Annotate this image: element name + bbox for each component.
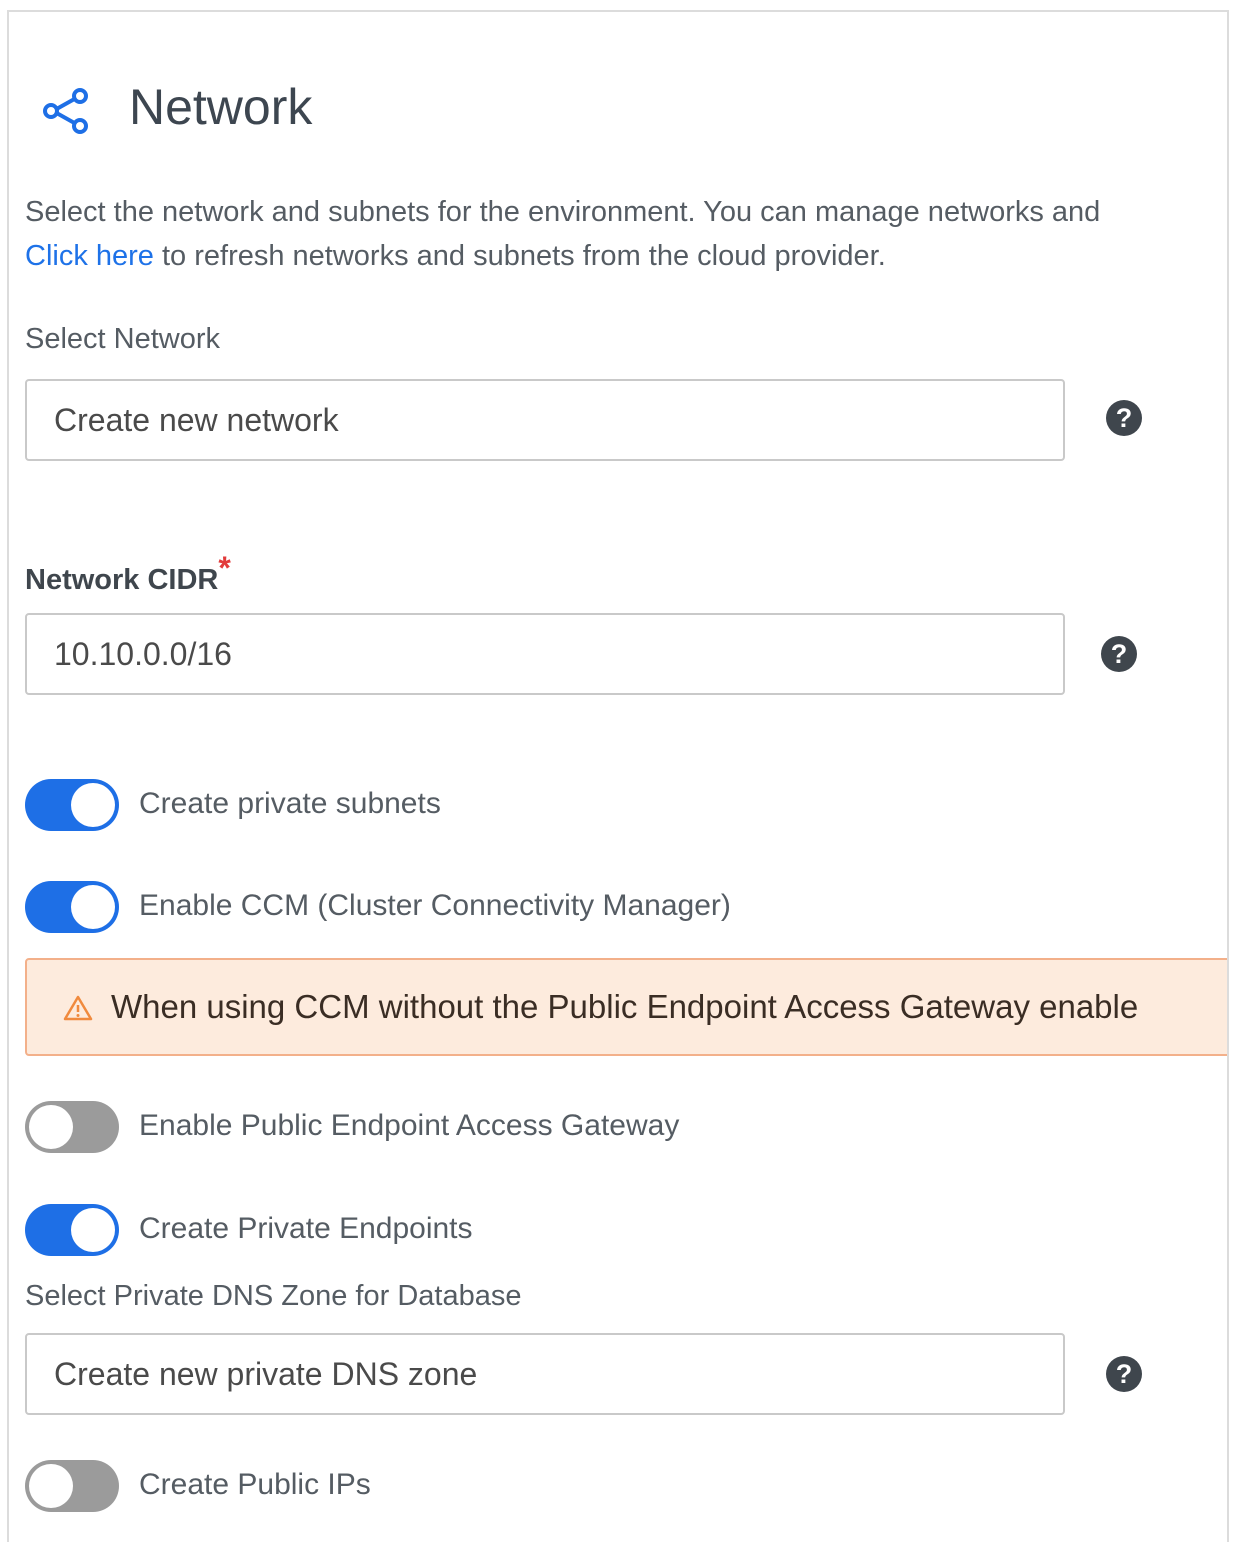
description-line-2-text: to refresh networks and subnets from the… xyxy=(153,240,886,272)
private-subnets-toggle[interactable] xyxy=(25,779,119,831)
network-cidr-label-text: Network CIDR xyxy=(25,564,219,596)
required-asterisk: * xyxy=(218,550,231,586)
select-network-help-icon[interactable]: ? xyxy=(1106,400,1142,436)
toggle-knob xyxy=(71,885,115,929)
description-line-2: Click here to refresh networks and subne… xyxy=(25,240,886,273)
toggle-knob xyxy=(71,1208,115,1252)
network-panel: Network Select the network and subnets f… xyxy=(7,10,1229,1542)
ccm-warning-banner: When using CCM without the Public Endpoi… xyxy=(25,958,1227,1056)
network-cidr-help-icon[interactable]: ? xyxy=(1101,636,1137,672)
private-endpoints-label: Create Private Endpoints xyxy=(139,1212,473,1245)
share-network-icon xyxy=(43,88,88,134)
select-network-label: Select Network xyxy=(25,323,221,355)
warning-triangle-icon xyxy=(63,995,93,1021)
toggle-knob xyxy=(71,783,115,827)
page-title: Network xyxy=(129,79,313,135)
public-ips-toggle[interactable] xyxy=(25,1460,119,1512)
network-cidr-label: Network CIDR* xyxy=(25,550,231,597)
refresh-link[interactable]: Click here xyxy=(25,240,154,272)
private-subnets-label: Create private subnets xyxy=(139,787,441,820)
toggle-knob xyxy=(29,1464,73,1508)
toggle-knob xyxy=(29,1105,73,1149)
description-line-1: Select the network and subnets for the e… xyxy=(25,196,1101,228)
warning-text: When using CCM without the Public Endpoi… xyxy=(111,988,1139,1025)
select-network-dropdown[interactable]: Create new network xyxy=(25,379,1065,461)
private-dns-label: Select Private DNS Zone for Database xyxy=(25,1280,522,1312)
enable-ccm-label: Enable CCM (Cluster Connectivity Manager… xyxy=(139,889,731,922)
private-dns-help-icon[interactable]: ? xyxy=(1106,1356,1142,1392)
private-dns-dropdown[interactable]: Create new private DNS zone xyxy=(25,1333,1065,1415)
enable-ccm-toggle[interactable] xyxy=(25,881,119,933)
network-cidr-input[interactable]: 10.10.0.0/16 xyxy=(25,613,1065,695)
private-endpoints-toggle[interactable] xyxy=(25,1204,119,1256)
public-ips-label: Create Public IPs xyxy=(139,1468,371,1501)
public-endpoint-gateway-toggle[interactable] xyxy=(25,1101,119,1153)
public-endpoint-gateway-label: Enable Public Endpoint Access Gateway xyxy=(139,1109,680,1142)
